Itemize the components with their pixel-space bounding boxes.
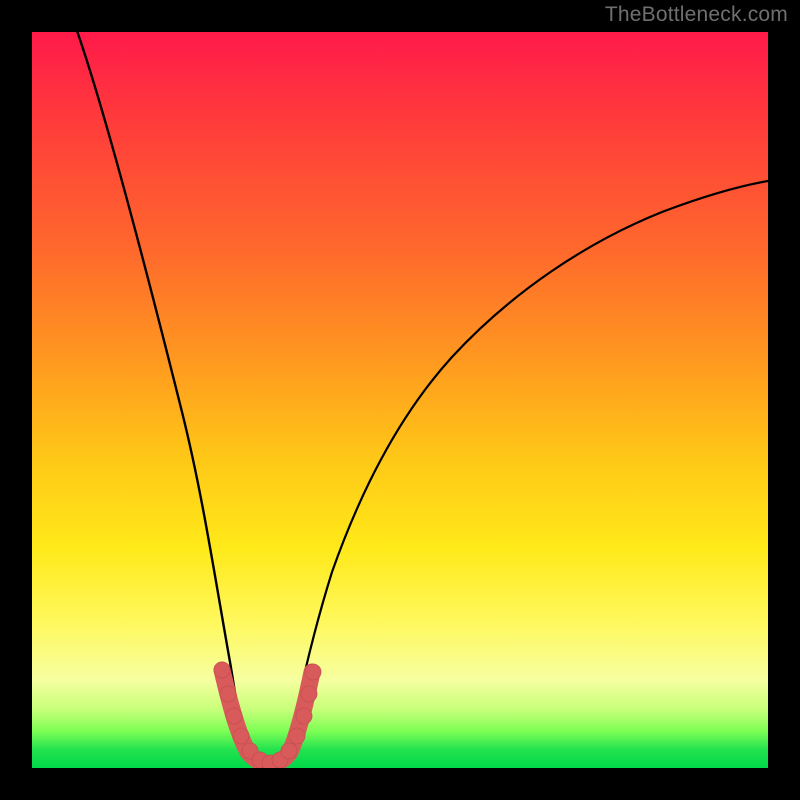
chart-stage: TheBottleneck.com xyxy=(0,0,800,800)
curve-right-branch xyxy=(287,180,768,756)
watermark-text: TheBottleneck.com xyxy=(605,3,788,27)
curve-overlay xyxy=(32,32,768,768)
plot-area xyxy=(32,32,768,768)
curve-left-branch xyxy=(76,32,245,756)
